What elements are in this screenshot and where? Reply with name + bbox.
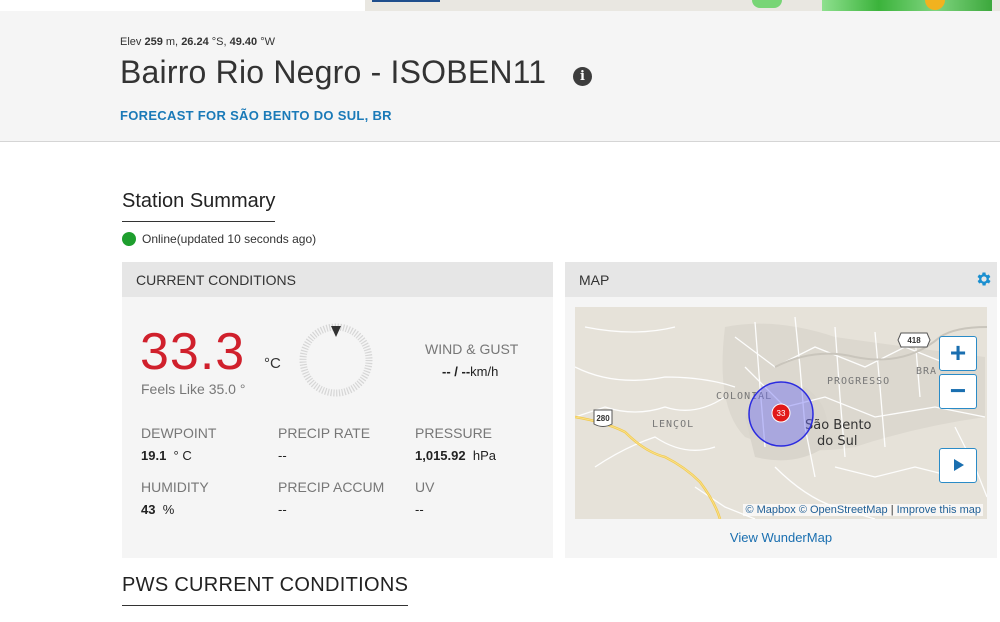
station-map[interactable]: 280 418 COLONIAL LENÇOL PROGRESSO BRA Sã… [575,307,987,519]
gear-icon[interactable] [975,270,993,288]
panel-title-map: MAP [565,262,997,297]
feels-like: Feels Like 35.0 ° [141,381,246,397]
road-shield-418: 418 [897,332,931,348]
map-panel: MAP 280 418 COLONIAL LENÇOL PROGRESSO BR… [565,262,997,558]
mapbox-link[interactable]: © Mapbox [745,504,795,516]
humidity-unit: % [162,502,175,517]
wind-gust-speed: -- / -- [442,364,471,379]
radar-echo [822,0,992,11]
humidity-label: HUMIDITY [141,479,209,495]
precip-rate-value: -- [278,448,287,463]
lat-unit: °S, [211,36,227,48]
current-conditions-panel: CURRENT CONDITIONS 33.3 °C Feels Like 35… [122,262,553,558]
road-418-label: 418 [907,336,921,345]
map-label-lencol: LENÇOL [652,419,694,430]
zoom-in-button[interactable]: + [939,336,977,371]
station-status: Online(updated 10 seconds ago) [122,232,316,246]
elev-value: 259 [144,36,163,48]
online-status-icon [122,232,136,246]
wind-gust-label: WIND & GUST [425,341,519,357]
radar-tab-indicator [372,0,440,2]
map-label-city-line2: do Sul [817,434,857,449]
improve-map-link[interactable]: Improve this map [897,504,981,516]
section-title-pws-current-conditions: PWS CURRENT CONDITIONS [122,574,409,606]
temperature-unit: °C [264,355,281,372]
station-header: Elev 259 m, 26.24 °S, 49.40 °W Bairro Ri… [0,11,1000,142]
play-button[interactable] [939,448,977,483]
lon-unit: °W [260,36,276,48]
pressure-value: 1,015.92 [415,448,466,463]
top-radar-strip [0,0,1000,11]
map-label-city-line1: São Bento [805,418,872,433]
status-text: Online(updated 10 seconds ago) [142,232,317,246]
dewpoint-value-group: 19.1 ° C [141,448,192,463]
wind-gust-value: -- / --km/h [442,364,498,379]
page-title: Bairro Rio Negro - ISOBEN11 [120,54,547,90]
wind-gust-unit: km/h [470,364,499,379]
map-label-progresso: PROGRESSO [827,376,890,387]
section-title-station-summary: Station Summary [122,190,276,222]
forecast-link[interactable]: FORECAST FOR SÃO BENTO DO SUL, BR [120,108,392,123]
map-label-bra: BRA [916,366,937,377]
pressure-label: PRESSURE [415,425,493,441]
map-canvas[interactable]: 280 418 COLONIAL LENÇOL PROGRESSO BRA Sã… [575,307,987,519]
dewpoint-label: DEWPOINT [141,425,217,441]
station-marker-value: 33 [777,409,786,418]
uv-value: -- [415,502,424,517]
view-wundermap-link[interactable]: View WunderMap [565,530,997,545]
radar-echo [752,0,782,8]
elev-unit: m, [165,36,179,48]
info-icon[interactable]: i [573,67,592,86]
lon-value: 49.40 [229,36,258,48]
uv-label: UV [415,479,435,495]
humidity-value-group: 43 % [141,502,174,517]
road-280-label: 280 [596,414,610,423]
station-location-meta: Elev 259 m, 26.24 °S, 49.40 °W [120,36,275,48]
attribution-separator: | [890,504,894,516]
dewpoint-unit: ° C [173,448,192,463]
lat-value: 26.24 [181,36,209,48]
panel-title-current-conditions: CURRENT CONDITIONS [122,262,553,297]
precip-accum-value: -- [278,502,287,517]
wind-compass-icon [299,323,373,397]
zoom-out-button[interactable]: − [939,374,977,409]
osm-link[interactable]: © OpenStreetMap [799,504,888,516]
play-icon [954,459,964,471]
temperature-value: 33.3 [140,323,246,381]
map-attribution: © Mapbox © OpenStreetMap | Improve this … [743,504,983,516]
elev-label: Elev [120,36,142,48]
pressure-unit: hPa [472,448,496,463]
road-shield-280: 280 [593,409,613,427]
dewpoint-value: 19.1 [141,448,167,463]
humidity-value: 43 [141,502,156,517]
pressure-value-group: 1,015.92 hPa [415,448,496,463]
precip-accum-label: PRECIP ACCUM [278,479,385,495]
precip-rate-label: PRECIP RATE [278,425,371,441]
